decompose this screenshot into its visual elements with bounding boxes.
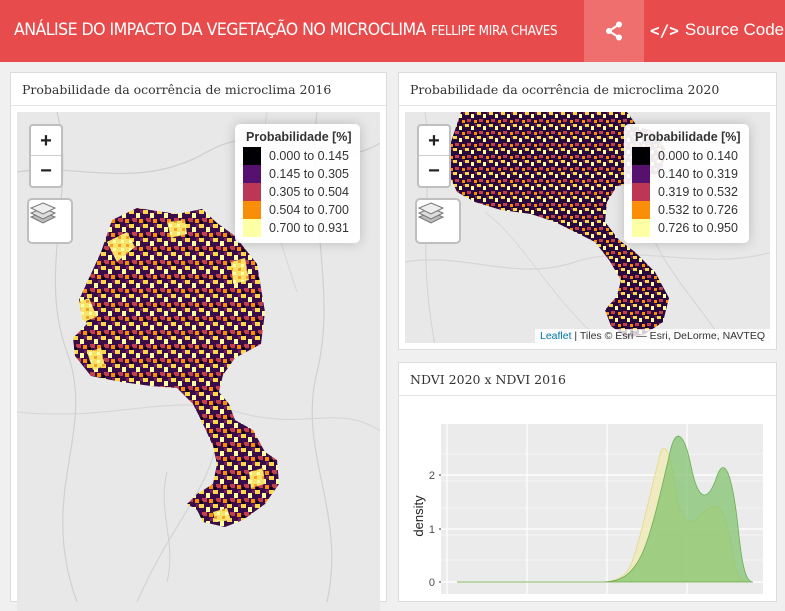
density-chart: 0 1 2 density	[411, 424, 763, 594]
density-card: NDVI 2020 x NDVI 2016 0 1 2 density	[398, 362, 777, 602]
map-2016[interactable]: + − Probabilidade [%] 0.000 to 0.145 0.1…	[17, 112, 380, 611]
legend-label: 0.504 to 0.700	[269, 203, 349, 217]
legend-2016: Probabilidade [%] 0.000 to 0.145 0.145 t…	[235, 124, 360, 243]
legend-swatch	[243, 219, 261, 237]
legend-swatch	[632, 147, 650, 165]
layers-icon	[417, 202, 445, 224]
legend-item: 0.504 to 0.700	[243, 201, 352, 219]
map-2020-card: Probabilidade da ocorrência de microclim…	[398, 72, 777, 350]
layers-control[interactable]	[27, 198, 73, 244]
legend-item: 0.532 to 0.726	[632, 201, 741, 219]
map-2020[interactable]: + − Probabilidade [%] 0.000 to 0.140 0.1…	[405, 112, 770, 343]
legend-item: 0.319 to 0.532	[632, 183, 741, 201]
legend-label: 0.726 to 0.950	[658, 221, 738, 235]
map-2020-title: Probabilidade da ocorrência de microclim…	[399, 73, 776, 106]
dashboard-title: ANÁLISE DO IMPACTO DA VEGETAÇÃO NO MICRO…	[14, 20, 426, 40]
zoom-out-button[interactable]: −	[31, 156, 61, 186]
legend-label: 0.000 to 0.145	[269, 149, 349, 163]
share-icon	[606, 21, 622, 41]
legend-swatch	[243, 201, 261, 219]
legend-title: Probabilidade [%]	[246, 130, 352, 144]
leaflet-link[interactable]: Leaflet	[540, 330, 572, 342]
legend-swatch	[632, 183, 650, 201]
legend-label: 0.140 to 0.319	[658, 167, 738, 181]
y-tick-label: 1	[429, 524, 435, 536]
legend-item: 0.305 to 0.504	[243, 183, 352, 201]
legend-swatch	[243, 147, 261, 165]
legend-label: 0.700 to 0.931	[269, 221, 349, 235]
region-2016	[73, 208, 279, 527]
zoom-control: + −	[29, 124, 63, 188]
layers-control[interactable]	[415, 198, 461, 244]
share-button[interactable]	[584, 0, 644, 62]
author-name: FELLIPE MIRA CHAVES	[431, 24, 558, 39]
map-attribution: Leaflet | Tiles © Esri — Esri, DeLorme, …	[534, 329, 770, 343]
source-code-label: Source Code	[684, 20, 785, 39]
y-tick-label: 0	[429, 577, 435, 589]
legend-label: 0.145 to 0.305	[269, 167, 349, 181]
zoom-control: + −	[417, 124, 451, 188]
legend-label: 0.532 to 0.726	[658, 203, 738, 217]
zoom-in-button[interactable]: +	[31, 126, 61, 156]
source-code-link[interactable]: </> Source Code	[650, 20, 784, 40]
y-tick-label: 2	[429, 470, 435, 482]
legend-swatch	[632, 165, 650, 183]
density-title: NDVI 2020 x NDVI 2016	[399, 363, 776, 396]
legend-item: 0.726 to 0.950	[632, 219, 741, 237]
map-2016-title: Probabilidade da ocorrência de microclim…	[11, 73, 386, 106]
legend-swatch	[243, 183, 261, 201]
legend-label: 0.319 to 0.532	[658, 185, 738, 199]
legend-label: 0.000 to 0.140	[658, 149, 738, 163]
legend-title: Probabilidade [%]	[635, 130, 741, 144]
tiles-credit: | Tiles © Esri — Esri, DeLorme, NAVTEQ	[571, 330, 765, 342]
legend-swatch	[243, 165, 261, 183]
y-axis-label: density	[411, 495, 426, 537]
legend-swatch	[632, 201, 650, 219]
zoom-out-button[interactable]: −	[419, 156, 449, 186]
map-2016-card: Probabilidade da ocorrência de microclim…	[10, 72, 387, 611]
legend-item: 0.700 to 0.931	[243, 219, 352, 237]
legend-item: 0.140 to 0.319	[632, 165, 741, 183]
legend-2020: Probabilidade [%] 0.000 to 0.140 0.140 t…	[624, 124, 749, 243]
zoom-in-button[interactable]: +	[419, 126, 449, 156]
legend-item: 0.000 to 0.140	[632, 147, 741, 165]
legend-item: 0.145 to 0.305	[243, 165, 352, 183]
code-icon: </>	[650, 20, 679, 40]
navbar: ANÁLISE DO IMPACTO DA VEGETAÇÃO NO MICRO…	[0, 0, 785, 62]
legend-label: 0.305 to 0.504	[269, 185, 349, 199]
legend-item: 0.000 to 0.145	[243, 147, 352, 165]
legend-swatch	[632, 219, 650, 237]
layers-icon	[29, 202, 57, 224]
